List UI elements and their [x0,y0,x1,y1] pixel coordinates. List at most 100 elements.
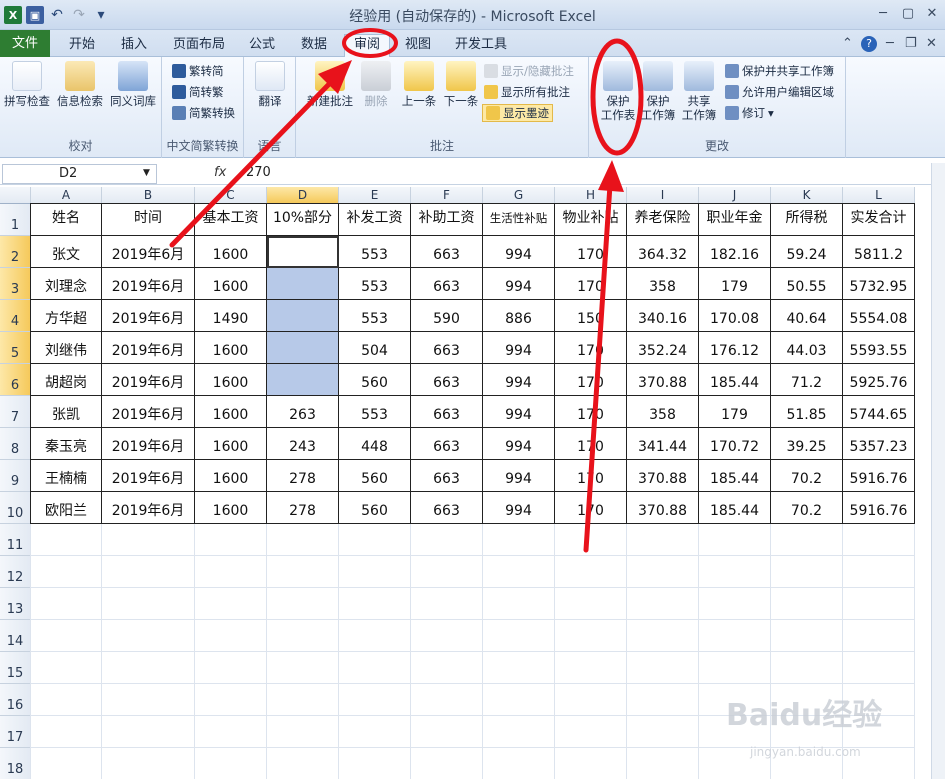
vertical-scrollbar[interactable] [931,163,945,779]
name-box[interactable]: D2 [2,164,157,184]
table-cell[interactable]: 560 [339,460,411,492]
table-cell[interactable]: 70.2 [771,460,843,492]
table-cell[interactable]: 1600 [195,492,267,524]
table-cell[interactable]: 994 [483,364,555,396]
table-cell[interactable]: 5732.95 [843,268,915,300]
table-cell[interactable]: 1600 [195,268,267,300]
table-cell[interactable]: 352.24 [627,332,699,364]
table-cell[interactable]: 2019年6月 [102,236,195,268]
table-cell[interactable]: 2019年6月 [102,332,195,364]
table-cell[interactable]: 663 [411,236,483,268]
table-cell[interactable]: 994 [483,428,555,460]
table-cell[interactable]: 170.08 [699,300,771,332]
table-cell[interactable]: 2019年6月 [102,300,195,332]
table-cell[interactable]: 50.55 [771,268,843,300]
table-cell[interactable]: 370.88 [627,364,699,396]
table-cell[interactable]: 胡超岗 [31,364,102,396]
table-cell[interactable]: 5593.55 [843,332,915,364]
row-header-14[interactable]: 14 [0,620,31,652]
row-header-12[interactable]: 12 [0,556,31,588]
column-header-d[interactable]: D [267,187,339,204]
table-cell[interactable]: 994 [483,236,555,268]
table-cell[interactable] [267,268,339,300]
column-header-b[interactable]: B [102,187,195,204]
table-cell[interactable]: 1600 [195,428,267,460]
header-cell[interactable]: 所得税 [771,204,843,236]
table-cell[interactable]: 2019年6月 [102,396,195,428]
table-cell[interactable]: 243 [267,428,339,460]
tab-page-layout[interactable]: 页面布局 [166,35,232,55]
table-cell[interactable]: 39.25 [771,428,843,460]
table-cell[interactable] [267,364,339,396]
row-header-3[interactable]: 3 [0,268,31,300]
table-cell[interactable]: 170.72 [699,428,771,460]
table-cell[interactable]: 886 [483,300,555,332]
table-cell[interactable]: 994 [483,460,555,492]
table-cell[interactable]: 590 [411,300,483,332]
table-cell[interactable]: 370.88 [627,492,699,524]
tab-review[interactable]: 审阅 [344,34,390,57]
minimize-icon[interactable]: ─ [873,6,893,22]
table-cell[interactable]: 王楠楠 [31,460,102,492]
table-cell[interactable]: 170 [555,428,627,460]
table-cell[interactable]: 364.32 [627,236,699,268]
table-cell[interactable]: 70.2 [771,492,843,524]
table-cell[interactable]: 5357.23 [843,428,915,460]
table-cell[interactable]: 1600 [195,236,267,268]
table-cell[interactable]: 663 [411,396,483,428]
show-ink-button[interactable]: 显示墨迹 [482,104,553,122]
table-cell[interactable]: 663 [411,364,483,396]
table-cell[interactable] [267,332,339,364]
table-cell[interactable]: 560 [339,492,411,524]
table-cell[interactable]: 2019年6月 [102,268,195,300]
allow-edit-ranges-button[interactable]: 允许用户编辑区域 [725,83,834,101]
thesaurus-button[interactable]: 同义词库 [108,61,158,108]
table-cell[interactable]: 1490 [195,300,267,332]
row-header-1[interactable]: 1 [0,204,31,236]
row-header-2[interactable]: 2 [0,236,31,268]
doc-restore-icon[interactable]: ❐ [905,36,917,51]
table-cell[interactable]: 5554.08 [843,300,915,332]
table-cell[interactable]: 553 [339,268,411,300]
tab-home[interactable]: 开始 [60,35,104,55]
column-header-g[interactable]: G [483,187,555,204]
table-cell[interactable]: 170 [555,460,627,492]
header-cell[interactable]: 养老保险 [627,204,699,236]
table-cell[interactable]: 179 [699,268,771,300]
table-cell[interactable]: 2019年6月 [102,460,195,492]
row-header-6[interactable]: 6 [0,364,31,396]
table-cell[interactable]: 182.16 [699,236,771,268]
table-cell[interactable]: 张文 [31,236,102,268]
row-header-10[interactable]: 10 [0,492,31,524]
tab-file[interactable]: 文件 [0,30,50,57]
table-cell[interactable]: 263 [267,396,339,428]
table-cell[interactable]: 170 [555,332,627,364]
table-cell[interactable]: 185.44 [699,460,771,492]
doc-close-icon[interactable]: ✕ [926,36,937,51]
table-cell[interactable]: 170 [555,492,627,524]
table-cell[interactable]: 370.88 [627,460,699,492]
row-header-5[interactable]: 5 [0,332,31,364]
insert-function-icon[interactable]: fx [214,165,226,180]
table-cell[interactable]: 358 [627,268,699,300]
tab-view[interactable]: 视图 [396,35,440,55]
table-cell[interactable]: 2019年6月 [102,492,195,524]
traditional-to-simplified-button[interactable]: 繁转简 [172,62,224,80]
table-cell[interactable]: 553 [339,300,411,332]
column-header-c[interactable]: C [195,187,267,204]
header-cell[interactable]: 物业补贴 [555,204,627,236]
table-cell[interactable]: 5925.76 [843,364,915,396]
table-cell[interactable]: 1600 [195,460,267,492]
column-header-f[interactable]: F [411,187,483,204]
table-cell[interactable]: 170 [555,236,627,268]
table-cell[interactable]: 2019年6月 [102,364,195,396]
formula-input[interactable]: 270 [246,165,271,180]
table-cell[interactable]: 560 [339,364,411,396]
table-cell[interactable]: 51.85 [771,396,843,428]
column-header-k[interactable]: K [771,187,843,204]
header-cell[interactable]: 时间 [102,204,195,236]
row-header-13[interactable]: 13 [0,588,31,620]
column-header-a[interactable]: A [31,187,102,204]
table-cell[interactable]: 341.44 [627,428,699,460]
table-cell[interactable]: 1600 [195,396,267,428]
